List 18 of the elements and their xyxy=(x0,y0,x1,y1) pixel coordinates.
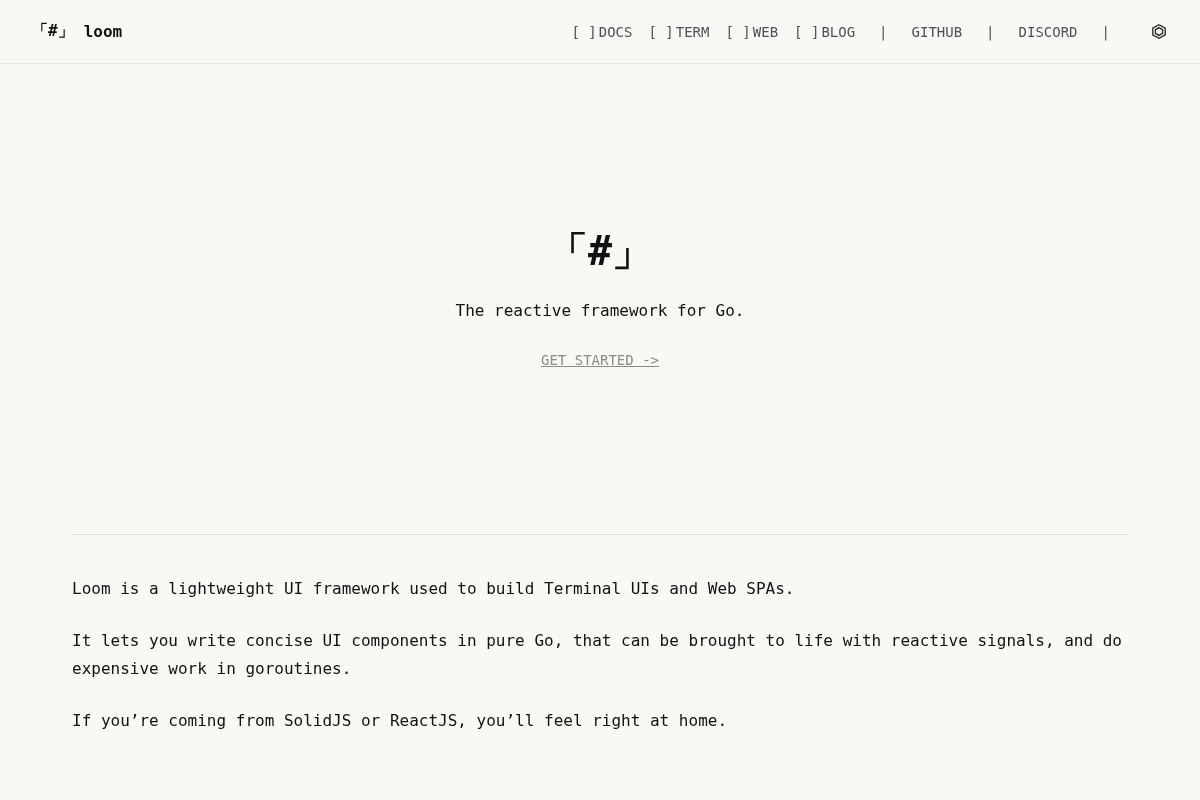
logo-text[interactable]: loom xyxy=(83,22,123,41)
nav-separator: | xyxy=(986,23,995,40)
nav-link[interactable]: [ ]TERM xyxy=(648,23,710,40)
logo-mark[interactable]: 「#」 xyxy=(32,21,74,42)
intro-paragraph: If you’re coming from SolidJS or ReactJS, you’ll feel right at home. xyxy=(72,710,729,732)
nav-separator: | xyxy=(1101,23,1110,40)
theme-toggle-button[interactable] xyxy=(1150,22,1168,41)
nav-link[interactable]: [ ]WEB xyxy=(725,23,779,40)
nav-link[interactable]: [ ]DOCS xyxy=(571,23,633,40)
nav-link[interactable]: DISCORD xyxy=(1018,23,1078,40)
intro-paragraph: Loom is a lightweight UI framework used to build Terminal UIs and Web SPAs. xyxy=(72,578,796,600)
nav-link[interactable]: GITHUB xyxy=(911,23,963,40)
tagline: The reactive framework for Go. xyxy=(455,299,745,322)
nav-separator: | xyxy=(879,23,888,40)
hero-logo: 「#」 xyxy=(547,226,653,275)
nav-link[interactable]: [ ]BLOG xyxy=(794,23,856,40)
hexagon-icon xyxy=(1152,24,1166,39)
intro-paragraph: It lets you write concise UI components in pure Go, that can be brought to life with reactive signals, and do expensive work in goroutines. xyxy=(72,630,1123,680)
